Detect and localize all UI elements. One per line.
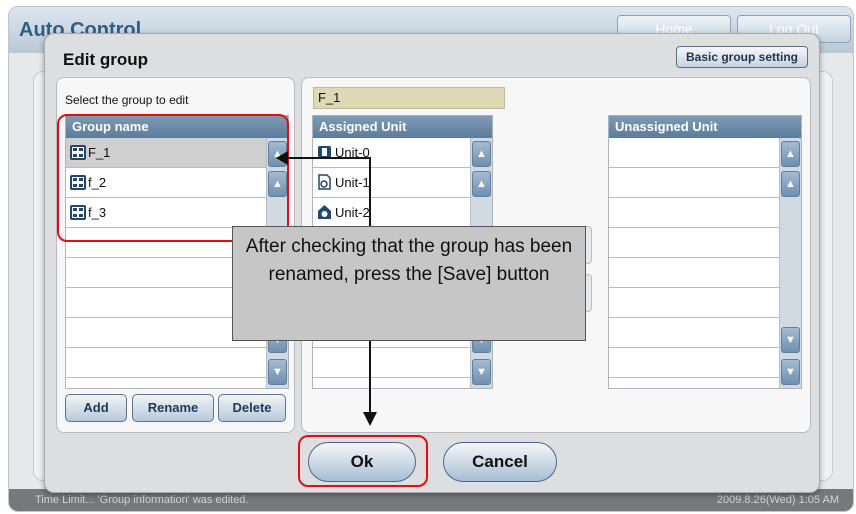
arrow-left-icon — [276, 151, 288, 165]
delete-group-button[interactable]: Delete — [218, 394, 286, 422]
select-group-label: Select the group to edit — [65, 93, 189, 107]
arrow-down-icon — [363, 412, 377, 426]
instruction-callout: After checking that the group has been r… — [232, 226, 586, 341]
assigned-unit-label: Unit-0 — [335, 145, 370, 160]
unassigned-unit-header: Unassigned Unit — [609, 116, 801, 138]
empty-row — [609, 258, 801, 288]
empty-row — [609, 318, 801, 348]
page-down-icon[interactable]: ▼ — [781, 359, 800, 385]
empty-row — [609, 348, 801, 378]
group-list-highlight — [57, 114, 289, 242]
ok-button-highlight — [298, 435, 428, 487]
page-up-icon[interactable]: ▲ — [472, 141, 491, 167]
page-up-icon[interactable]: ▲ — [781, 141, 800, 167]
assigned-unit-label: Unit-2 — [335, 205, 370, 220]
add-group-button[interactable]: Add — [65, 394, 127, 422]
callout-connector-line — [369, 157, 371, 227]
empty-row — [66, 348, 288, 378]
scroll-up-icon[interactable]: ▲ — [781, 171, 800, 197]
empty-row — [313, 348, 492, 378]
assigned-unit-row[interactable]: Unit-1 — [313, 168, 492, 198]
empty-row — [609, 168, 801, 198]
assigned-unit-row[interactable]: Unit-2 — [313, 198, 492, 228]
air-handler-icon — [318, 205, 331, 219]
rename-group-button[interactable]: Rename — [132, 394, 214, 422]
empty-row — [609, 138, 801, 168]
assigned-unit-label: Unit-1 — [335, 175, 370, 190]
dialog-title: Edit group — [63, 50, 148, 69]
status-text: Time Limit... 'Group information' was ed… — [35, 494, 249, 506]
group-name-field[interactable]: F_1 — [313, 87, 505, 109]
assigned-unit-header: Assigned Unit — [313, 116, 492, 138]
cancel-button[interactable]: Cancel — [443, 442, 557, 482]
scroll-down-icon[interactable]: ▼ — [781, 327, 800, 353]
empty-row — [609, 198, 801, 228]
page-down-icon[interactable]: ▼ — [268, 359, 287, 385]
page-down-icon[interactable]: ▼ — [472, 359, 491, 385]
assigned-unit-row[interactable]: Unit-0 — [313, 138, 492, 168]
ventilation-unit-icon — [318, 174, 331, 190]
empty-row — [609, 288, 801, 318]
callout-connector-line — [282, 157, 370, 159]
scroll-up-icon[interactable]: ▲ — [472, 171, 491, 197]
status-time: 2009.8.26(Wed) 1:05 AM — [716, 494, 839, 506]
empty-row — [609, 228, 801, 258]
unassigned-list-scrollbar[interactable]: ▲ ▲ ▼ ▼ — [779, 138, 801, 388]
basic-group-setting-button[interactable]: Basic group setting — [676, 46, 808, 68]
unassigned-unit-list: Unassigned Unit ▲ ▲ ▼ ▼ — [608, 115, 802, 389]
callout-connector-line — [369, 340, 371, 418]
